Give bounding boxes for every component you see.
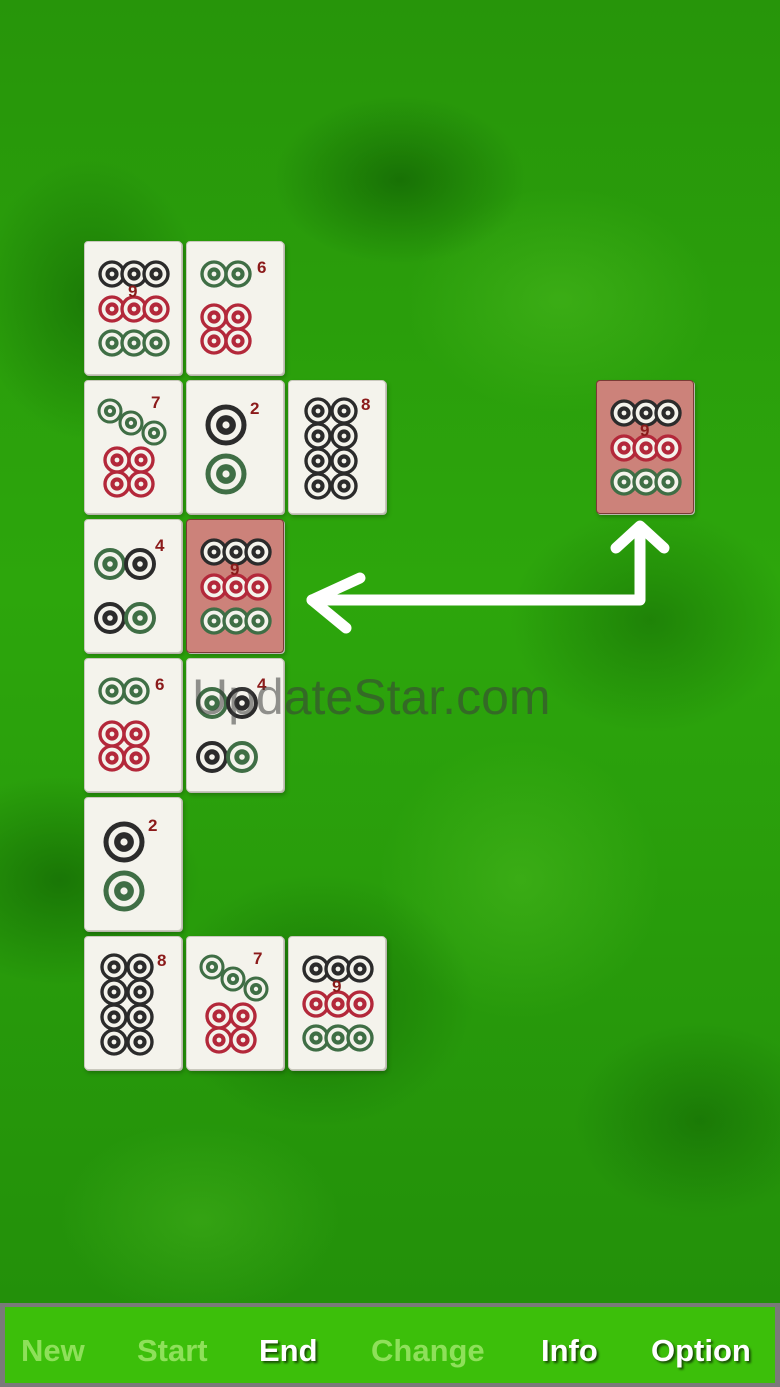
tile-circle-9-selected[interactable]: 9 <box>186 519 284 653</box>
circle-suit-face-icon <box>94 548 156 634</box>
circle-pip-icon <box>126 953 154 981</box>
circle-pip-icon <box>103 821 145 863</box>
start-button[interactable]: Start <box>137 1333 208 1369</box>
circle-pip-icon <box>100 1028 128 1056</box>
tile-circle-8[interactable]: 8 <box>288 380 386 514</box>
circle-pip-icon <box>304 397 332 425</box>
end-button[interactable]: End <box>259 1333 318 1369</box>
circle-suit-face-icon <box>302 955 374 1052</box>
circle-pip-icon <box>199 954 225 980</box>
circle-pip-icon <box>200 303 228 331</box>
circle-pip-icon <box>330 472 358 500</box>
info-button[interactable]: Info <box>541 1333 598 1369</box>
circle-pip-icon <box>244 538 272 566</box>
circle-pip-icon <box>98 720 126 748</box>
circle-pip-icon <box>304 447 332 475</box>
circle-pip-icon <box>141 420 167 446</box>
circle-suit-face-icon <box>100 953 154 1056</box>
circle-pip-icon <box>126 1003 154 1031</box>
circle-pip-icon <box>205 1026 233 1054</box>
circle-pip-icon <box>346 1024 374 1052</box>
circle-pip-icon <box>654 399 682 427</box>
circle-pip-icon <box>124 548 156 580</box>
circle-pip-icon <box>244 607 272 635</box>
circle-pip-icon <box>98 744 126 772</box>
circle-pip-icon <box>126 1028 154 1056</box>
tile-circle-9[interactable]: 9 <box>84 241 182 375</box>
circle-pip-icon <box>304 422 332 450</box>
circle-pip-icon <box>118 410 144 436</box>
circle-suit-face-icon <box>205 404 247 495</box>
circle-pip-icon <box>100 978 128 1006</box>
circle-pip-icon <box>126 978 154 1006</box>
tile-circle-8[interactable]: 8 <box>84 936 182 1070</box>
tile-circle-2[interactable]: 2 <box>84 797 182 931</box>
circle-pip-icon <box>243 976 269 1002</box>
option-button[interactable]: Option <box>651 1333 751 1369</box>
tile-circle-6[interactable]: 6 <box>186 241 284 375</box>
tile-circle-9[interactable]: 9 <box>288 936 386 1070</box>
circle-suit-face-icon <box>98 677 150 772</box>
circle-suit-face-icon <box>97 398 167 498</box>
circle-suit-face-icon <box>610 399 682 496</box>
tile-circle-2[interactable]: 2 <box>186 380 284 514</box>
circle-pip-icon <box>330 422 358 450</box>
circle-pip-icon <box>205 453 247 495</box>
circle-pip-icon <box>226 741 258 773</box>
circle-pip-icon <box>94 548 126 580</box>
circle-pip-icon <box>229 1002 257 1030</box>
circle-pip-icon <box>103 446 131 474</box>
circle-pip-icon <box>196 741 228 773</box>
change-button[interactable]: Change <box>371 1333 485 1369</box>
circle-pip-icon <box>654 468 682 496</box>
circle-pip-icon <box>124 602 156 634</box>
circle-pip-icon <box>654 434 682 462</box>
circle-pip-icon <box>224 327 252 355</box>
circle-suit-face-icon <box>199 954 269 1054</box>
circle-pip-icon <box>100 1003 128 1031</box>
tile-circle-7[interactable]: 7 <box>186 936 284 1070</box>
circle-pip-icon <box>220 966 246 992</box>
circle-pip-icon <box>127 470 155 498</box>
tile-circle-6[interactable]: 6 <box>84 658 182 792</box>
circle-pip-icon <box>103 470 131 498</box>
game-board: 9 6 7 2 8 4 9 6 4 2 8 7 9 9 UpdateStar.c… <box>0 0 780 1305</box>
circle-suit-face-icon <box>304 397 358 500</box>
circle-pip-icon <box>142 295 170 323</box>
tile-circle-7[interactable]: 7 <box>84 380 182 514</box>
tile-circle-4[interactable]: 4 <box>84 519 182 653</box>
circle-suit-face-icon <box>200 260 252 355</box>
circle-pip-icon <box>142 329 170 357</box>
circle-suit-face-icon <box>103 821 145 912</box>
circle-pip-icon <box>103 870 145 912</box>
circle-pip-icon <box>304 472 332 500</box>
circle-pip-icon <box>346 955 374 983</box>
circle-suit-face-icon <box>200 538 272 635</box>
circle-pip-icon <box>224 260 252 288</box>
circle-pip-icon <box>205 1002 233 1030</box>
circle-pip-icon <box>330 447 358 475</box>
bottom-toolbar: New Start End Change Info Option <box>0 1303 780 1387</box>
watermark-text: UpdateStar.com <box>192 669 551 725</box>
circle-pip-icon <box>200 260 228 288</box>
circle-pip-icon <box>122 720 150 748</box>
circle-pip-icon <box>100 953 128 981</box>
circle-pip-icon <box>244 573 272 601</box>
tile-circle-9-hand[interactable]: 9 <box>596 380 694 514</box>
circle-pip-icon <box>346 990 374 1018</box>
circle-pip-icon <box>94 602 126 634</box>
circle-pip-icon <box>122 744 150 772</box>
circle-pip-icon <box>205 404 247 446</box>
circle-pip-icon <box>98 677 126 705</box>
circle-pip-icon <box>330 397 358 425</box>
circle-pip-icon <box>224 303 252 331</box>
new-button[interactable]: New <box>21 1333 85 1369</box>
circle-pip-icon <box>122 677 150 705</box>
circle-pip-icon <box>142 260 170 288</box>
circle-pip-icon <box>97 398 123 424</box>
circle-pip-icon <box>127 446 155 474</box>
circle-suit-face-icon <box>98 260 170 357</box>
circle-pip-icon <box>200 327 228 355</box>
circle-pip-icon <box>229 1026 257 1054</box>
